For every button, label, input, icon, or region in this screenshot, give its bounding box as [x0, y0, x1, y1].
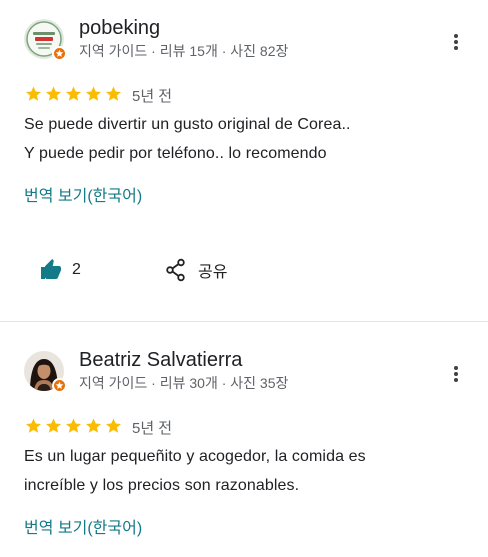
thumbs-up-icon [41, 259, 61, 279]
review-text-line: Se puede divertir un gusto original de C… [24, 116, 351, 133]
star-icon [66, 86, 81, 101]
author-name[interactable]: Beatriz Salvatierra [79, 349, 242, 372]
author-meta: 지역 가이드 · 리뷰 15개 · 사진 82장 [79, 43, 289, 59]
author-avatar[interactable] [24, 351, 67, 393]
author-name[interactable]: pobeking [79, 17, 160, 40]
more-options-button[interactable] [446, 362, 466, 386]
review-text: Se puede divertir un gusto original de C… [24, 110, 464, 168]
star-icon [86, 418, 101, 433]
star-icon [26, 86, 41, 101]
like-button[interactable]: 2 [39, 258, 81, 282]
review-time: 5년 전 [132, 420, 173, 437]
review-card: Beatriz Salvatierra 지역 가이드 · 리뷰 30개 · 사진… [0, 322, 488, 557]
star-icon [66, 418, 81, 433]
star-icon [26, 418, 41, 433]
review-card: pobeking 지역 가이드 · 리뷰 15개 · 사진 82장 5년 전 S… [0, 0, 488, 321]
author-meta: 지역 가이드 · 리뷰 30개 · 사진 35장 [79, 375, 289, 391]
share-label: 공유 [198, 264, 228, 281]
star-icon [106, 418, 121, 433]
star-icon [86, 86, 101, 101]
like-count: 2 [72, 261, 81, 278]
translate-link[interactable]: 번역 보기(한국어) [24, 182, 142, 206]
star-icon [46, 418, 61, 433]
share-icon [166, 258, 185, 282]
review-time: 5년 전 [132, 88, 173, 105]
translate-link[interactable]: 번역 보기(한국어) [24, 514, 142, 538]
more-options-button[interactable] [446, 30, 466, 54]
local-guide-badge-icon [52, 378, 67, 393]
author-avatar[interactable] [24, 19, 67, 61]
star-icon [106, 86, 121, 101]
rating-stars [24, 85, 123, 103]
review-text-line: increíble y los precios son razonables. [24, 477, 300, 494]
rating-stars [24, 417, 123, 435]
local-guide-badge-icon [52, 46, 67, 61]
review-text-line: Y puede pedir por teléfono.. lo recomend… [24, 145, 327, 162]
review-text-line: Es un lugar pequeñito y acogedor, la com… [24, 448, 366, 465]
star-icon [46, 86, 61, 101]
review-text: Es un lugar pequeñito y acogedor, la com… [24, 442, 464, 500]
share-button[interactable]: 공유 [165, 258, 227, 282]
